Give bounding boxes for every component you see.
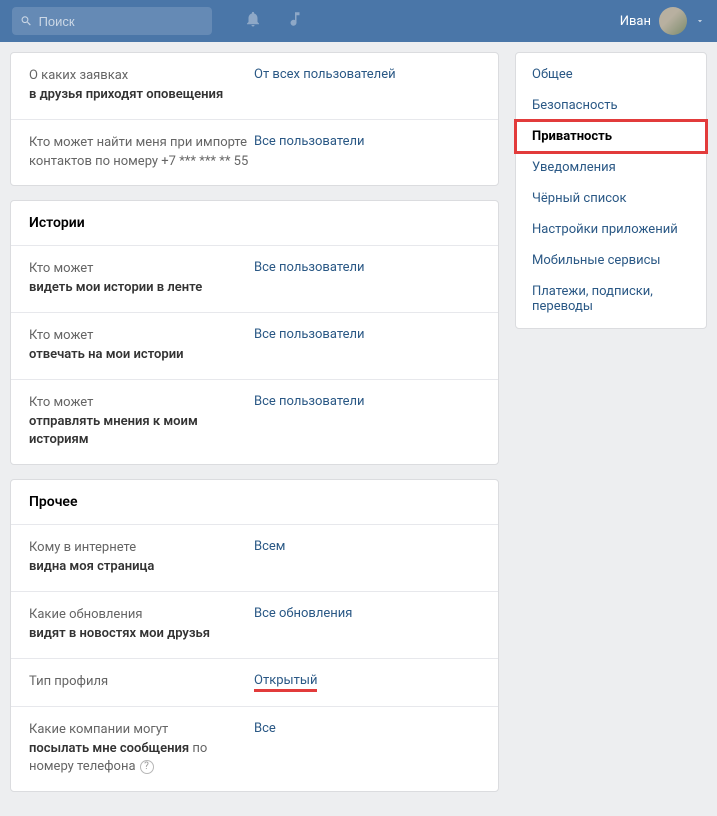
sidebar: ОбщееБезопасностьПриватностьУведомленияЧ…: [515, 52, 707, 806]
row-value[interactable]: Все пользователи: [254, 327, 365, 342]
row-label: Какие обновлениявидят в новостях мои дру…: [29, 606, 254, 644]
notifications-icon[interactable]: [244, 10, 262, 32]
other-card: Прочее Кому в интернетевидна моя страниц…: [10, 479, 499, 792]
row-value[interactable]: Все пользователи: [254, 394, 365, 409]
page-body: О каких заявкахв друзья приходят оповеще…: [0, 42, 717, 816]
other-row-1: Какие обновлениявидят в новостях мои дру…: [11, 592, 498, 659]
stories-row-0: Кто можетвидеть мои истории в лентеВсе п…: [11, 246, 498, 313]
row-label: Кто можетотвечать на мои истории: [29, 327, 254, 365]
sidebar-item-0[interactable]: Общее: [516, 59, 706, 90]
row-value[interactable]: Все: [254, 721, 276, 736]
stories-row-1: Кто можетотвечать на мои историиВсе поль…: [11, 313, 498, 380]
username-label: Иван: [620, 14, 651, 29]
sidebar-item-3[interactable]: Уведомления: [516, 152, 706, 183]
search-icon: [20, 14, 33, 28]
music-icon[interactable]: [286, 10, 304, 32]
topbar-icons: [244, 10, 304, 32]
row-value[interactable]: Все пользователи: [254, 260, 365, 275]
contacts-row-0: О каких заявкахв друзья приходят оповеще…: [11, 53, 498, 120]
row-value[interactable]: Все обновления: [254, 606, 352, 621]
contacts-row-1: Кто может найти меня при импорте контакт…: [11, 120, 498, 186]
row-label: О каких заявкахв друзья приходят оповеще…: [29, 67, 254, 105]
row-label: Кто можетвидеть мои истории в ленте: [29, 260, 254, 298]
row-label: Кому в интернетевидна моя страница: [29, 539, 254, 577]
sidebar-item-1[interactable]: Безопасность: [516, 90, 706, 121]
contacts-card: О каких заявкахв друзья приходят оповеще…: [10, 52, 499, 186]
user-menu[interactable]: Иван: [620, 7, 705, 35]
stories-row-2: Кто можетотправлять мнения к моим истори…: [11, 380, 498, 465]
row-label: Тип профиля: [29, 673, 254, 692]
row-value[interactable]: Открытый: [254, 673, 317, 692]
row-label: Какие компании могутпосылать мне сообщен…: [29, 721, 254, 778]
row-value[interactable]: Все пользователи: [254, 134, 365, 149]
settings-nav: ОбщееБезопасностьПриватностьУведомленияЧ…: [515, 52, 707, 329]
sidebar-item-7[interactable]: Платежи, подписки, переводы: [516, 276, 706, 322]
row-value[interactable]: Всем: [254, 539, 285, 554]
sidebar-item-5[interactable]: Настройки приложений: [516, 214, 706, 245]
stories-title: Истории: [11, 201, 498, 246]
sidebar-item-6[interactable]: Мобильные сервисы: [516, 245, 706, 276]
row-label: Кто может найти меня при импорте контакт…: [29, 134, 254, 172]
chevron-down-icon: [695, 16, 705, 26]
search-input[interactable]: [39, 14, 204, 29]
main-column: О каких заявкахв друзья приходят оповеще…: [10, 52, 499, 806]
other-row-3: Какие компании могутпосылать мне сообщен…: [11, 707, 498, 792]
stories-card: Истории Кто можетвидеть мои истории в ле…: [10, 200, 499, 465]
other-title: Прочее: [11, 480, 498, 525]
sidebar-item-2[interactable]: Приватность: [516, 121, 706, 152]
row-label: Кто можетотправлять мнения к моим истори…: [29, 394, 254, 451]
other-row-0: Кому в интернетевидна моя страницаВсем: [11, 525, 498, 592]
top-bar: Иван: [0, 0, 717, 42]
help-icon[interactable]: ?: [140, 760, 154, 774]
search-box[interactable]: [12, 7, 212, 35]
row-value[interactable]: От всех пользователей: [254, 67, 396, 82]
other-row-2: Тип профиляОткрытый: [11, 659, 498, 707]
sidebar-item-4[interactable]: Чёрный список: [516, 183, 706, 214]
avatar: [659, 7, 687, 35]
